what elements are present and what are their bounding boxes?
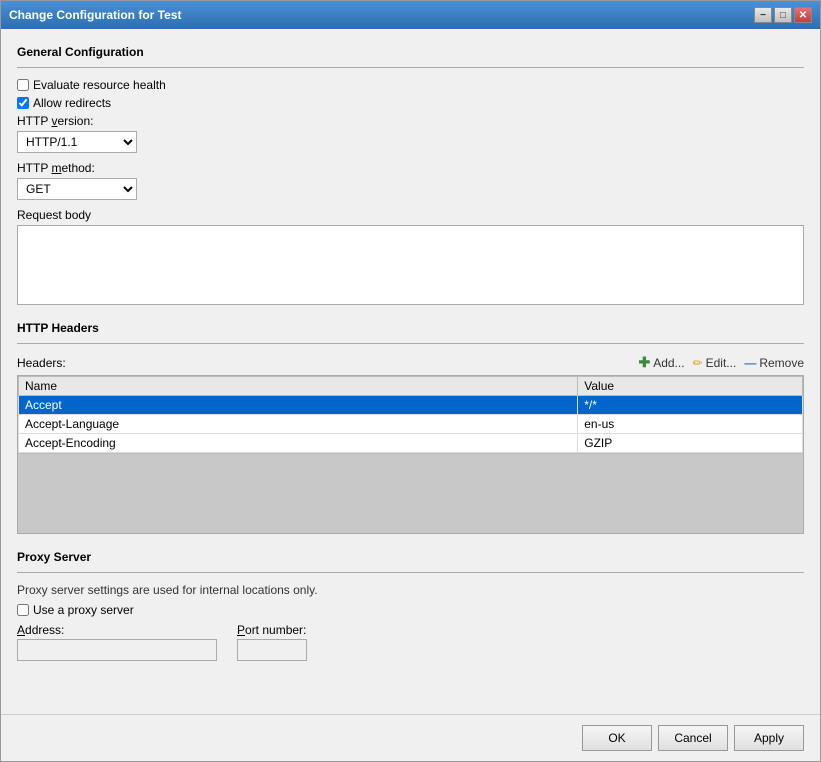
evaluate-health-label: Evaluate resource health	[33, 78, 166, 92]
use-proxy-label: Use a proxy server	[33, 603, 134, 617]
use-proxy-row: Use a proxy server	[17, 603, 804, 617]
table-row[interactable]: Accept-Encoding GZIP	[19, 434, 803, 453]
remove-btn-label: Remove	[759, 356, 804, 370]
table-row[interactable]: Accept */*	[19, 396, 803, 415]
content-area: General Configuration Evaluate resource …	[1, 29, 820, 714]
title-bar-buttons: − □ ✕	[754, 7, 812, 23]
edit-header-button[interactable]: ✏ Edit...	[693, 356, 737, 370]
minimize-button[interactable]: −	[754, 7, 772, 23]
headers-label: Headers:	[17, 356, 66, 370]
row-name: Accept-Language	[19, 415, 578, 434]
proxy-fields: Address: Port number:	[17, 623, 804, 661]
edit-icon: ✏	[693, 356, 703, 370]
http-method-select[interactable]: GET POST PUT DELETE HEAD OPTIONS	[17, 178, 137, 200]
request-body-textarea[interactable]	[17, 225, 804, 305]
empty-table-area	[18, 453, 803, 533]
edit-btn-label: Edit...	[706, 356, 737, 370]
http-version-label: HTTP version:	[17, 114, 804, 128]
remove-icon: —	[744, 356, 756, 370]
http-method-label: HTTP method:	[17, 161, 804, 175]
close-button[interactable]: ✕	[794, 7, 812, 23]
request-body-label: Request body	[17, 208, 804, 222]
general-config-section: General Configuration Evaluate resource …	[17, 45, 804, 305]
add-btn-label: Add...	[653, 356, 684, 370]
add-header-button[interactable]: ✚ Add...	[638, 354, 684, 371]
row-value: en-us	[578, 415, 803, 434]
port-input[interactable]	[237, 639, 307, 661]
proxy-server-section: Proxy Server Proxy server settings are u…	[17, 550, 804, 661]
row-name: Accept-Encoding	[19, 434, 578, 453]
col-value-header: Value	[578, 377, 803, 396]
headers-table: Name Value Accept */* Accept-Language	[18, 376, 803, 453]
bottom-spacer	[17, 677, 804, 697]
col-name-header: Name	[19, 377, 578, 396]
headers-actions: ✚ Add... ✏ Edit... — Remove	[638, 354, 804, 371]
http-version-select[interactable]: HTTP/1.1 HTTP/1.0 HTTP/2.0	[17, 131, 137, 153]
evaluate-health-row: Evaluate resource health	[17, 78, 804, 92]
address-label: Address:	[17, 623, 217, 637]
headers-table-container: Name Value Accept */* Accept-Language	[17, 375, 804, 534]
address-input[interactable]	[17, 639, 217, 661]
row-name: Accept	[19, 396, 578, 415]
general-separator	[17, 67, 804, 68]
dialog-window: Change Configuration for Test − □ ✕ Gene…	[0, 0, 821, 762]
row-value: */*	[578, 396, 803, 415]
evaluate-health-checkbox[interactable]	[17, 79, 29, 91]
add-icon: ✚	[638, 354, 650, 371]
allow-redirects-label: Allow redirects	[33, 96, 111, 110]
http-headers-title: HTTP Headers	[17, 321, 804, 335]
port-label: Port number:	[237, 623, 307, 637]
table-row[interactable]: Accept-Language en-us	[19, 415, 803, 434]
proxy-separator	[17, 572, 804, 573]
ok-button[interactable]: OK	[582, 725, 652, 751]
row-value: GZIP	[578, 434, 803, 453]
port-field-group: Port number:	[237, 623, 307, 661]
address-field-group: Address:	[17, 623, 217, 661]
http-headers-section: HTTP Headers Headers: ✚ Add... ✏ Edit...	[17, 321, 804, 534]
remove-header-button[interactable]: — Remove	[744, 356, 804, 370]
dialog-title: Change Configuration for Test	[9, 8, 181, 22]
use-proxy-checkbox[interactable]	[17, 604, 29, 616]
cancel-button[interactable]: Cancel	[658, 725, 728, 751]
footer: OK Cancel Apply	[1, 714, 820, 761]
scrollable-content[interactable]: General Configuration Evaluate resource …	[1, 29, 820, 714]
allow-redirects-row: Allow redirects	[17, 96, 804, 110]
headers-toolbar: Headers: ✚ Add... ✏ Edit... — Remove	[17, 354, 804, 371]
maximize-button[interactable]: □	[774, 7, 792, 23]
proxy-server-title: Proxy Server	[17, 550, 804, 564]
general-config-title: General Configuration	[17, 45, 804, 59]
headers-separator	[17, 343, 804, 344]
allow-redirects-checkbox[interactable]	[17, 97, 29, 109]
apply-button[interactable]: Apply	[734, 725, 804, 751]
proxy-description: Proxy server settings are used for inter…	[17, 583, 804, 597]
title-bar: Change Configuration for Test − □ ✕	[1, 1, 820, 29]
